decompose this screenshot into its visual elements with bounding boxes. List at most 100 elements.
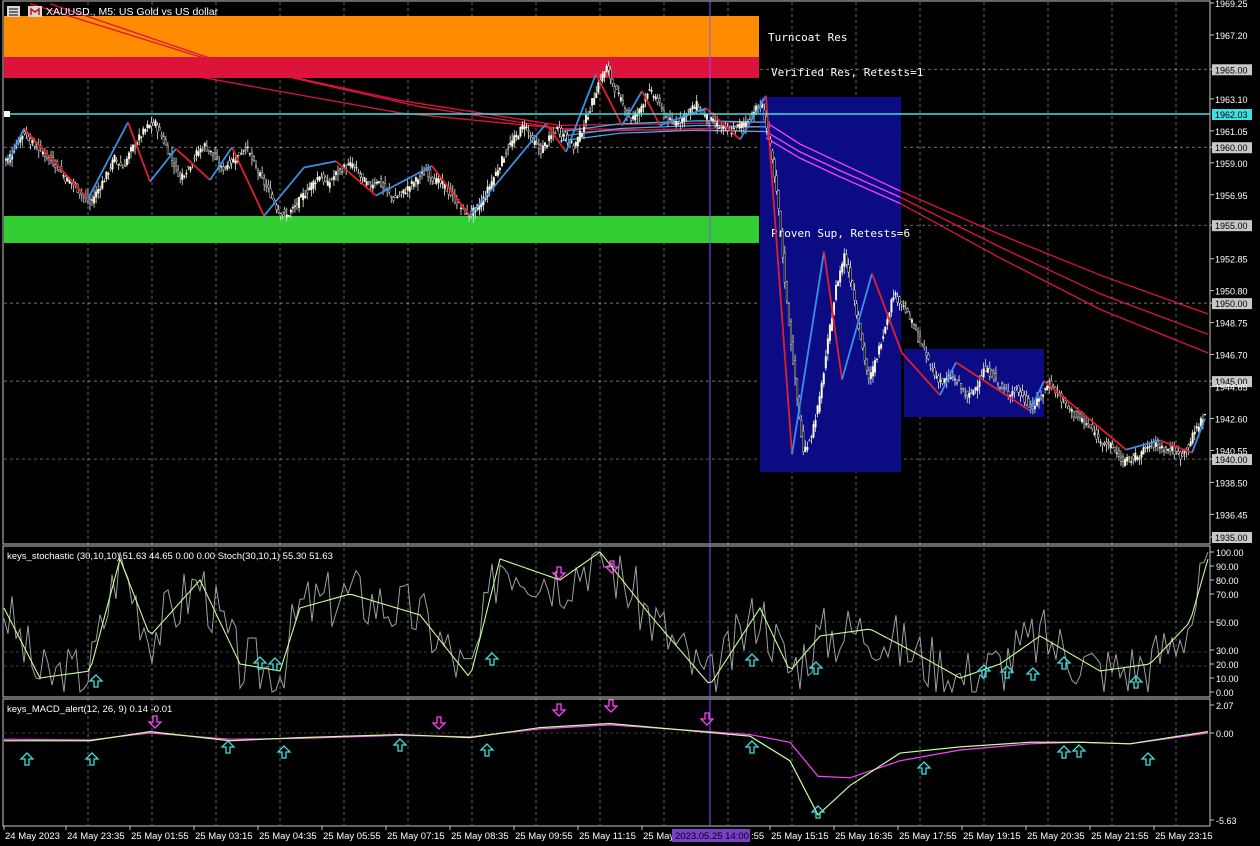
proven-label: Proven Sup, Retests=6: [771, 227, 910, 240]
chart-canvas[interactable]: Turncoat Res Verified Res, Retests=1 Pro…: [0, 0, 1260, 846]
candle-body: [970, 392, 973, 394]
candle-body: [369, 185, 372, 187]
price-tick-label: 1963.10: [1215, 95, 1248, 105]
time-tick-label: 25 May 16:35: [835, 831, 893, 842]
candle-body: [546, 144, 549, 148]
candle-body: [1117, 450, 1120, 457]
macd-tick-label: -5.63: [1216, 816, 1237, 826]
candle-body: [593, 98, 596, 105]
crosshair-time-label: 2023.05.25 14:00: [675, 831, 749, 842]
candle-body: [177, 169, 180, 177]
candle-body: [874, 360, 877, 373]
turncoat-label: Turncoat Res: [768, 31, 847, 44]
candle-body: [259, 172, 262, 177]
candle-body: [1001, 383, 1004, 388]
candle-body: [1163, 450, 1166, 452]
candle-body: [835, 284, 838, 300]
candle-body: [156, 124, 159, 132]
candle-body: [1042, 394, 1045, 397]
candle-body: [365, 181, 368, 186]
candle-body: [1130, 461, 1133, 463]
candle-body: [1146, 446, 1149, 449]
candle-body: [927, 354, 930, 360]
candle-body: [334, 171, 337, 176]
candle-body: [64, 176, 67, 182]
candle-body: [222, 166, 225, 171]
candle-body: [31, 140, 34, 143]
candle-body: [937, 375, 940, 383]
candle-body: [1111, 443, 1114, 448]
candle-body: [257, 170, 260, 174]
candle-body: [839, 270, 842, 283]
candle-body: [980, 375, 983, 377]
candle-body: [613, 86, 616, 92]
candle-body: [992, 373, 995, 380]
candle-body: [566, 134, 569, 144]
candle-body: [1099, 441, 1102, 444]
candle-body: [195, 150, 198, 156]
candle-body: [533, 140, 536, 145]
stoch-tick-label: 100.00: [1216, 548, 1244, 558]
candle-body: [201, 149, 204, 151]
candle-body: [146, 124, 149, 128]
candle-body: [166, 145, 169, 155]
candle-body: [787, 303, 790, 326]
candle-body: [68, 180, 71, 184]
stoch-tick-label: 10.00: [1216, 674, 1239, 684]
candle-body: [388, 189, 391, 193]
candle-body: [439, 179, 442, 184]
candle-body: [1027, 398, 1030, 408]
candle-body: [209, 150, 212, 153]
candle-body: [630, 117, 633, 121]
current-price-handle[interactable]: [4, 111, 10, 117]
candle-body: [435, 177, 438, 184]
candle-body: [851, 280, 854, 290]
candle-body: [35, 147, 38, 150]
candle-body: [306, 189, 309, 194]
time-tick-label: 25 May 07:15: [387, 831, 445, 842]
candle-body: [392, 197, 395, 202]
candle-body: [712, 118, 715, 122]
candle-body: [1195, 426, 1198, 429]
candle-body: [498, 167, 501, 171]
time-tick-label: 25 May 09:55: [515, 831, 573, 842]
candle-body: [1126, 456, 1129, 462]
macd-title: keys_MACD_alert(12, 26, 9) 0.14 -0.01: [7, 704, 172, 715]
candle-body: [849, 267, 852, 283]
candle-body: [1017, 385, 1020, 393]
candle-body: [380, 178, 383, 187]
candle-body: [363, 177, 366, 182]
candle-body: [923, 344, 926, 348]
candle-body: [183, 175, 186, 178]
candle-body: [164, 139, 167, 146]
candle-body: [867, 370, 870, 379]
price-tick-label: 1946.70: [1215, 351, 1248, 361]
candle-body: [1037, 398, 1040, 402]
stoch-tick-label: 70.00: [1216, 590, 1239, 600]
candle-body: [371, 184, 374, 189]
candle-body: [587, 117, 590, 120]
candle-body: [162, 136, 165, 144]
candle-body: [494, 172, 497, 176]
candle-body: [513, 135, 516, 144]
candle-body: [1148, 445, 1151, 448]
candle-body: [125, 158, 128, 166]
candle-body: [777, 190, 780, 210]
candle-body: [935, 376, 938, 378]
candle-body: [744, 122, 747, 127]
stoch-tick-label: 20.00: [1216, 660, 1239, 670]
candle-body: [1103, 443, 1106, 445]
candle-body: [382, 182, 385, 188]
candle-body: [955, 382, 958, 384]
candle-body: [582, 126, 585, 132]
candle-body: [925, 352, 928, 357]
candle-body: [234, 160, 237, 164]
candle-body: [1029, 404, 1032, 406]
candle-body: [488, 186, 491, 190]
candle-body: [410, 181, 413, 184]
candle-body: [246, 146, 249, 149]
candle-body: [810, 436, 813, 438]
time-tick-label: 25 May 11:15: [579, 831, 636, 842]
candle-body: [763, 109, 766, 121]
candle-body: [958, 379, 961, 382]
